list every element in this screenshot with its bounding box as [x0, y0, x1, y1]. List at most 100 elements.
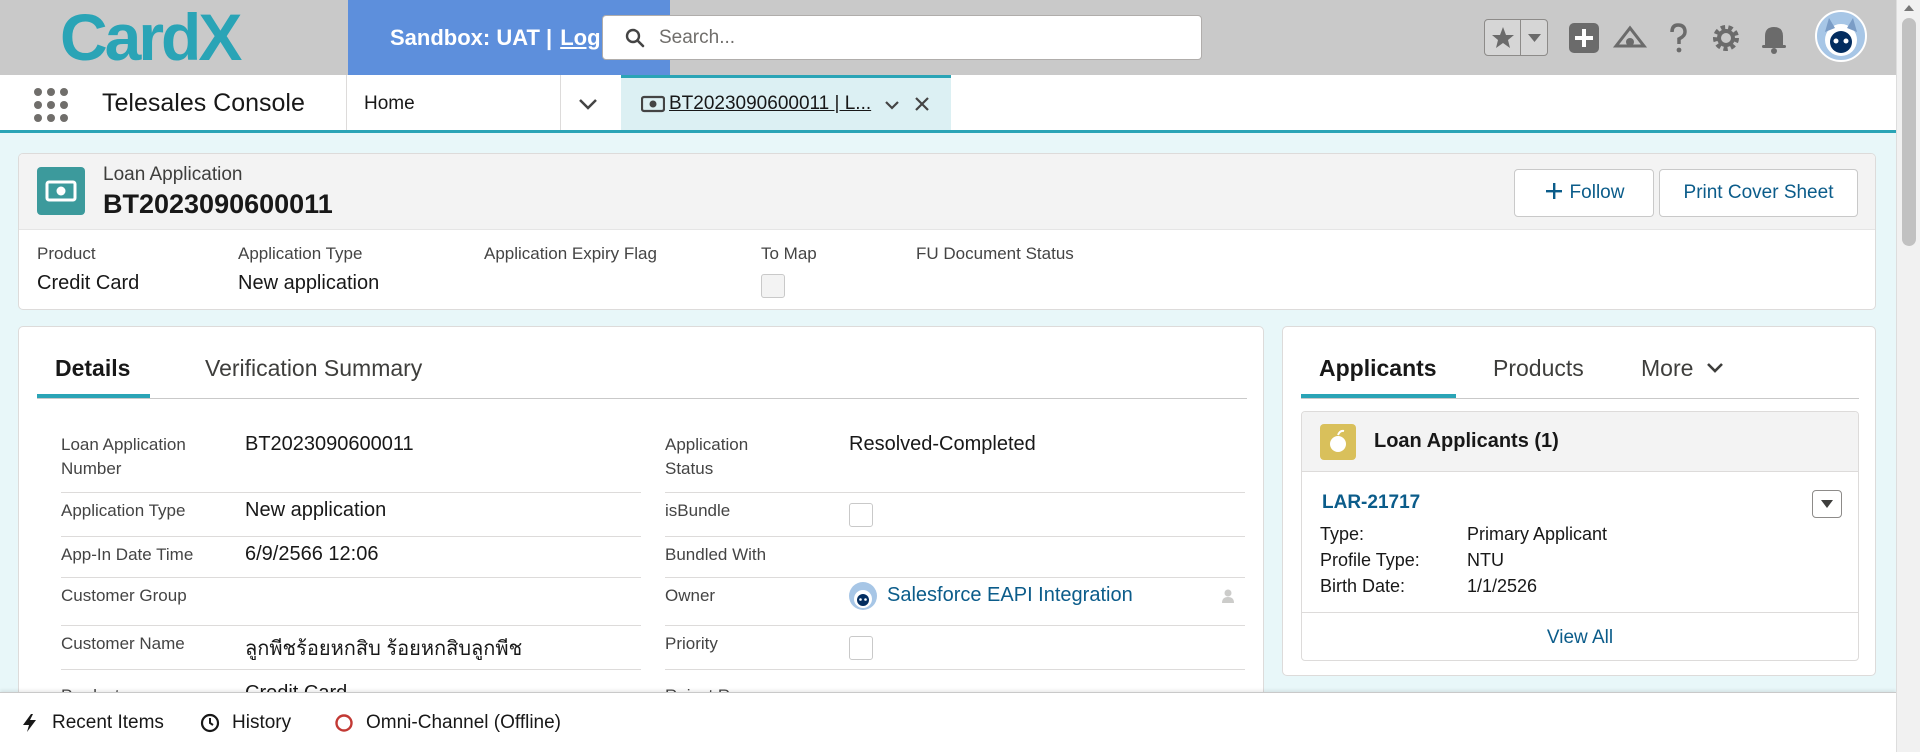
- nav-divider: [346, 75, 347, 130]
- field-value: BT2023090600011: [245, 433, 414, 455]
- help-icon[interactable]: [1660, 20, 1696, 56]
- field-customer-group: Customer Group: [61, 578, 641, 626]
- utility-history[interactable]: History: [200, 712, 291, 734]
- favorites-button[interactable]: [1485, 20, 1521, 55]
- field-value: 1/1/2526: [1467, 576, 1538, 596]
- field-application-status: Application Status Resolved-Completed: [665, 427, 1245, 493]
- field-label: Customer Name: [61, 634, 185, 653]
- tab-home[interactable]: Home: [364, 93, 415, 115]
- highlight-label: Application Type: [238, 244, 363, 263]
- svg-text:CardX: CardX: [60, 6, 242, 70]
- applicant-field-type: Type: Primary Applicant: [1320, 524, 1607, 545]
- field-value: New application: [245, 499, 387, 521]
- field-value: NTU: [1467, 550, 1504, 570]
- astro-avatar-icon: [854, 590, 872, 608]
- change-owner-icon[interactable]: [1221, 588, 1237, 604]
- global-actions-icon[interactable]: [1566, 20, 1602, 56]
- caret-down-icon: [1528, 34, 1541, 42]
- favorites-list-button[interactable]: [1521, 20, 1548, 55]
- field-app-in-date-time: App-In Date Time 6/9/2566 12:06: [61, 537, 641, 578]
- tab-label: BT2023090600011 | L...: [669, 93, 872, 114]
- notifications-bell-icon[interactable]: [1756, 20, 1792, 56]
- field-label: Loan Application Number: [61, 435, 186, 478]
- tab-chevron-down-icon[interactable]: [883, 97, 901, 113]
- field-value: 6/9/2566 12:06: [245, 543, 379, 565]
- cardx-logo[interactable]: CardX: [60, 6, 290, 70]
- money-icon: [45, 180, 77, 202]
- tab-more[interactable]: More: [1641, 355, 1726, 382]
- print-cover-sheet-button[interactable]: Print Cover Sheet: [1659, 169, 1858, 217]
- gear-icon[interactable]: [1708, 20, 1744, 56]
- field-customer-name: Customer Name ลูกพีชร้อยหกสิบ ร้อยหกสิบล…: [61, 626, 641, 670]
- field-priority: Priority: [665, 626, 1245, 670]
- scrollbar-thumb[interactable]: [1902, 18, 1916, 246]
- field-label: Customer Group: [61, 586, 187, 605]
- utility-omni-channel[interactable]: Omni-Channel (Offline): [334, 712, 561, 734]
- applicant-field-profile-type: Profile Type: NTU: [1320, 550, 1504, 571]
- field-label: Application Status: [665, 435, 749, 478]
- related-list-header: Loan Applicants (1): [1302, 412, 1858, 472]
- field-label: Birth Date:: [1320, 576, 1406, 596]
- highlight-application-expiry-flag: Application Expiry Flag: [484, 244, 657, 264]
- field-label: Bundled With: [665, 545, 767, 564]
- field-value: ลูกพีชร้อยหกสิบ ร้อยหกสิบลูกพีช: [245, 638, 523, 660]
- row-actions-button[interactable]: [1812, 490, 1842, 518]
- tab-loan-application[interactable]: BT2023090600011 | L...: [621, 75, 951, 130]
- field-value: Resolved-Completed: [849, 433, 1036, 455]
- tab-products[interactable]: Products: [1493, 355, 1584, 382]
- tab-details[interactable]: Details: [55, 355, 130, 382]
- offline-status-icon: [335, 714, 353, 732]
- related-list-title[interactable]: Loan Applicants (1): [1374, 430, 1559, 453]
- field-label: Profile Type:: [1320, 550, 1420, 570]
- tab-verification-summary[interactable]: Verification Summary: [205, 355, 422, 382]
- lightning-icon: [23, 714, 36, 732]
- details-tabs: Details Verification Summary: [37, 327, 1247, 399]
- app-launcher-icon[interactable]: [34, 88, 68, 122]
- search-icon: [625, 28, 645, 48]
- priority-checkbox: [849, 636, 873, 660]
- trailhead-icon[interactable]: [1612, 20, 1648, 56]
- nav-divider: [560, 75, 561, 130]
- follow-label: Follow: [1569, 182, 1625, 203]
- loan-applicants-related-list: Loan Applicants (1) LAR-21717 Type: Prim…: [1301, 411, 1859, 661]
- highlight-label: Application Expiry Flag: [484, 244, 657, 263]
- page-title: BT2023090600011: [103, 189, 333, 219]
- isbundle-checkbox: [849, 503, 873, 527]
- highlight-to-map: To Map: [761, 244, 817, 298]
- field-label: Application Type: [61, 501, 186, 520]
- close-tab-icon[interactable]: [913, 95, 931, 113]
- logout-link[interactable]: Log: [560, 25, 600, 50]
- field-loan-application-number: Loan Application Number BT2023090600011: [61, 427, 641, 493]
- user-avatar[interactable]: [1815, 10, 1867, 62]
- field-label: App-In Date Time: [61, 545, 194, 564]
- field-owner: Owner Salesforce EAPI Integration: [665, 578, 1245, 626]
- global-search[interactable]: [602, 15, 1202, 60]
- to-map-checkbox: [761, 274, 785, 298]
- scroll-up-arrow-icon[interactable]: [1904, 5, 1914, 11]
- follow-button[interactable]: Follow: [1514, 169, 1654, 217]
- utility-label: Omni-Channel (Offline): [366, 712, 562, 733]
- tab-applicants[interactable]: Applicants: [1319, 355, 1437, 382]
- applicant-field-birth-date: Birth Date: 1/1/2526: [1320, 576, 1537, 597]
- field-value: Primary Applicant: [1467, 524, 1608, 544]
- view-all-row: View All: [1302, 612, 1858, 660]
- field-application-type: Application Type New application: [61, 493, 641, 537]
- caret-down-icon: [1821, 500, 1833, 508]
- global-header: CardX Sandbox: UAT | Log: [0, 0, 1920, 75]
- utility-recent-items[interactable]: Recent Items: [20, 712, 164, 734]
- search-input[interactable]: [659, 24, 1179, 52]
- nav-menu-chevron-icon[interactable]: [575, 92, 601, 116]
- highlight-application-type: Application Type New application: [238, 244, 379, 295]
- record-header-top: Loan Application BT2023090600011 Follow …: [19, 154, 1875, 230]
- applicant-record-link[interactable]: LAR-21717: [1322, 492, 1420, 514]
- highlight-label: To Map: [761, 244, 817, 263]
- owner-link[interactable]: Salesforce EAPI Integration: [887, 584, 1133, 607]
- highlight-product: Product Credit Card: [37, 244, 139, 295]
- console-nav-bar: Telesales Console Home BT2023090600011 |…: [0, 75, 1896, 133]
- field-isbundle: isBundle: [665, 493, 1245, 537]
- highlight-value: New application: [238, 272, 380, 294]
- highlight-label: FU Document Status: [916, 244, 1074, 263]
- view-all-link[interactable]: View All: [1302, 627, 1858, 649]
- clock-icon: [200, 713, 220, 733]
- page-scrollbar[interactable]: [1896, 0, 1920, 752]
